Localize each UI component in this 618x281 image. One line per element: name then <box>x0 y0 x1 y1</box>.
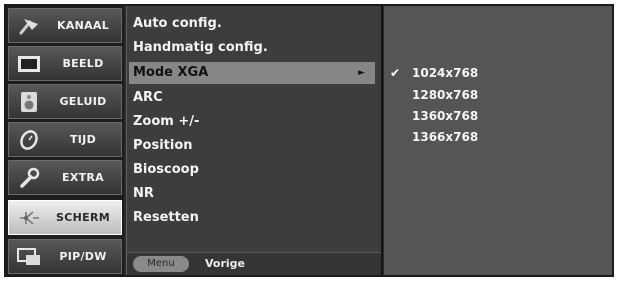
category-label: TIJD <box>69 133 97 146</box>
option-1360x768[interactable]: 1360x768 <box>412 106 478 126</box>
category-scherm[interactable]: SCHERM <box>8 200 122 235</box>
menu-item-mode-xga[interactable]: Mode XGA ► <box>129 62 375 84</box>
menu-item-nr[interactable]: NR <box>133 183 154 205</box>
submenu-panel: Auto config. Handmatig config. Mode XGA … <box>126 6 383 275</box>
category-label: PIP/DW <box>59 250 107 263</box>
menu-item-zoom[interactable]: Zoom +/- <box>133 111 199 133</box>
category-column: KANAAL BEELD GELUID TIJD EXTRA SCHERM PI… <box>6 6 124 275</box>
submenu-footer: Menu Vorige <box>127 252 381 275</box>
category-kanaal[interactable]: KANAAL <box>8 8 122 43</box>
menu-item-resetten[interactable]: Resetten <box>133 207 199 229</box>
speaker-icon <box>17 92 41 112</box>
menu-item-position[interactable]: Position <box>133 135 193 157</box>
category-label: KANAAL <box>56 19 110 32</box>
category-tijd[interactable]: TIJD <box>8 122 122 157</box>
menu-button[interactable]: Menu <box>133 256 189 272</box>
tv-osd-menu: KANAAL BEELD GELUID TIJD EXTRA SCHERM PI… <box>4 4 614 277</box>
category-label: SCHERM <box>56 211 110 224</box>
menu-item-arc[interactable]: ARC <box>133 87 163 109</box>
menu-item-label: Mode XGA <box>133 65 209 80</box>
back-label: Vorige <box>205 257 245 270</box>
screen-icon <box>17 208 41 228</box>
category-label: EXTRA <box>62 171 104 184</box>
pip-icon <box>17 247 41 267</box>
menu-item-auto-config[interactable]: Auto config. <box>133 13 222 35</box>
category-pip-dw[interactable]: PIP/DW <box>8 239 122 274</box>
category-beeld[interactable]: BEELD <box>8 46 122 81</box>
category-geluid[interactable]: GELUID <box>8 84 122 119</box>
submenu-arrow-icon: ► <box>358 68 365 78</box>
picture-icon <box>17 54 41 74</box>
antenna-icon <box>17 16 41 36</box>
menu-item-manual-config[interactable]: Handmatig config. <box>133 37 268 59</box>
clock-icon <box>17 130 41 150</box>
option-1280x768[interactable]: 1280x768 <box>412 85 478 105</box>
menu-item-bioscoop[interactable]: Bioscoop <box>133 159 199 181</box>
option-1366x768[interactable]: 1366x768 <box>412 127 478 147</box>
options-panel: ✔ 1024x768 1280x768 1360x768 1366x768 <box>384 6 612 275</box>
check-icon: ✔ <box>390 66 401 80</box>
option-1024x768[interactable]: 1024x768 <box>412 63 478 83</box>
category-label: BEELD <box>62 57 104 70</box>
category-label: GELUID <box>59 95 107 108</box>
category-extra[interactable]: EXTRA <box>8 160 122 195</box>
wrench-icon <box>17 167 41 188</box>
